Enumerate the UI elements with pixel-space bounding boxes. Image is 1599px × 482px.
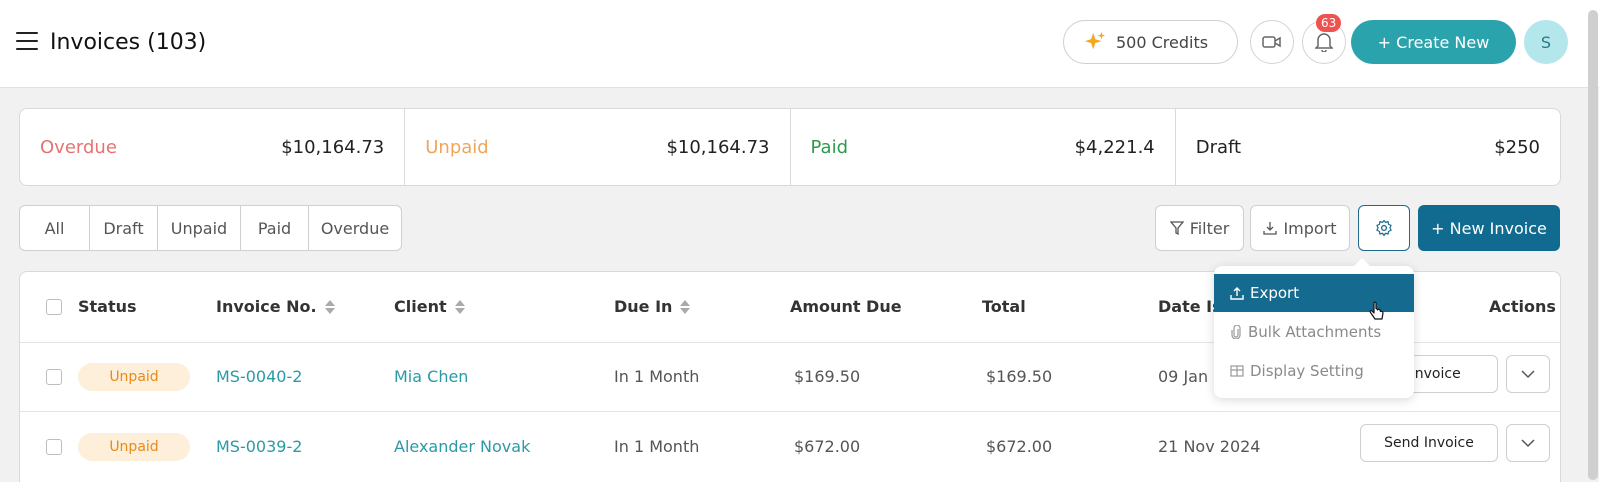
amount-due-cell: $672.00 [794, 437, 861, 456]
invoice-number-link[interactable]: MS-0040-2 [216, 367, 302, 386]
import-button[interactable]: Import [1250, 205, 1350, 251]
scrollbar[interactable] [1588, 10, 1598, 480]
column-header-status: Status [78, 297, 137, 316]
tab-paid[interactable]: Paid [241, 206, 309, 250]
summary-amount: $4,221.4 [1074, 136, 1155, 158]
paperclip-icon [1231, 325, 1241, 339]
summary-unpaid[interactable]: Unpaid $10,164.73 [405, 109, 791, 185]
settings-dropdown-menu: Export Bulk Attachments Display Setting [1214, 258, 1414, 398]
filter-icon [1169, 221, 1184, 235]
sparkle-icon [1084, 31, 1106, 50]
select-all-checkbox[interactable] [46, 299, 62, 315]
bell-icon [1315, 33, 1333, 52]
summary-amount: $250 [1494, 136, 1540, 158]
sort-icon[interactable] [324, 299, 335, 315]
row-actions-dropdown[interactable] [1506, 355, 1550, 393]
pointer-cursor-icon [1369, 301, 1384, 320]
avatar[interactable]: S [1524, 20, 1568, 64]
summary-label: Unpaid [425, 136, 489, 158]
row-checkbox[interactable] [46, 439, 62, 455]
menu-item-label: Display Setting [1250, 362, 1364, 380]
menu-item-label: Export [1250, 284, 1300, 302]
summary-overdue[interactable]: Overdue $10,164.73 [20, 109, 406, 185]
create-new-button[interactable]: + Create New [1351, 20, 1516, 64]
new-invoice-button[interactable]: + New Invoice [1418, 205, 1560, 251]
column-header-total: Total [982, 297, 1026, 316]
tab-overdue[interactable]: Overdue [309, 206, 401, 250]
credits-label: 500 Credits [1116, 32, 1209, 52]
chevron-down-icon [1521, 439, 1535, 448]
download-icon [1263, 222, 1278, 235]
menu-item-label: Bulk Attachments [1248, 323, 1382, 341]
amount-due-cell: $169.50 [794, 367, 861, 386]
summary-bar: Overdue $10,164.73 Unpaid $10,164.73 Pai… [19, 108, 1561, 186]
tab-all[interactable]: All [20, 206, 90, 250]
filter-button[interactable]: Filter [1155, 205, 1244, 251]
top-bar: Invoices (103) 500 Credits 63 + Create N… [0, 0, 1599, 88]
summary-paid[interactable]: Paid $4,221.4 [791, 109, 1176, 185]
invoice-number-link[interactable]: MS-0039-2 [216, 437, 302, 456]
summary-amount: $10,164.73 [666, 136, 770, 158]
due-in-cell: In 1 Month [614, 367, 700, 386]
filter-label: Filter [1189, 218, 1230, 238]
date-issued-cell: 09 Jan [1158, 367, 1209, 386]
column-header-actions: Actions [1489, 297, 1556, 316]
client-link[interactable]: Mia Chen [394, 367, 468, 386]
sort-icon[interactable] [454, 299, 465, 315]
total-cell: $672.00 [986, 437, 1053, 456]
divider [20, 411, 1560, 412]
status-badge: Unpaid [78, 433, 190, 461]
column-header-amount-due: Amount Due [790, 297, 902, 316]
summary-label: Draft [1195, 136, 1242, 158]
menu-item-display-setting[interactable]: Display Setting [1214, 352, 1414, 390]
notification-badge: 63 [1316, 14, 1342, 32]
row-actions-dropdown[interactable] [1506, 424, 1550, 462]
gear-icon [1376, 219, 1392, 237]
column-header-date-issued: Date Is [1158, 297, 1222, 316]
status-filter-tabs: All Draft Unpaid Paid Overdue [19, 205, 402, 251]
video-button[interactable] [1250, 20, 1294, 64]
table-icon [1230, 365, 1244, 377]
menu-icon[interactable] [16, 32, 38, 50]
sort-icon[interactable] [680, 299, 691, 315]
page-title: Invoices (103) [50, 30, 207, 55]
row-checkbox[interactable] [46, 369, 62, 385]
settings-button[interactable] [1358, 205, 1410, 251]
summary-label: Paid [810, 136, 849, 158]
status-badge: Unpaid [78, 363, 190, 391]
upload-icon [1230, 287, 1244, 300]
column-header-client[interactable]: Client [394, 297, 465, 316]
credits-button[interactable]: 500 Credits [1063, 20, 1238, 64]
summary-label: Overdue [40, 136, 117, 158]
date-issued-cell: 21 Nov 2024 [1158, 437, 1261, 456]
import-label: Import [1283, 218, 1337, 238]
summary-amount: $10,164.73 [281, 136, 385, 158]
send-invoice-button[interactable]: Send Invoice [1360, 424, 1498, 462]
tab-unpaid[interactable]: Unpaid [158, 206, 241, 250]
column-header-due-in[interactable]: Due In [614, 297, 691, 316]
due-in-cell: In 1 Month [614, 437, 700, 456]
chevron-down-icon [1521, 370, 1535, 379]
video-icon [1262, 36, 1281, 48]
tab-draft[interactable]: Draft [90, 206, 158, 250]
summary-draft[interactable]: Draft $250 [1176, 109, 1560, 185]
client-link[interactable]: Alexander Novak [394, 437, 530, 456]
column-header-invoice-no[interactable]: Invoice No. [216, 297, 335, 316]
total-cell: $169.50 [986, 367, 1053, 386]
